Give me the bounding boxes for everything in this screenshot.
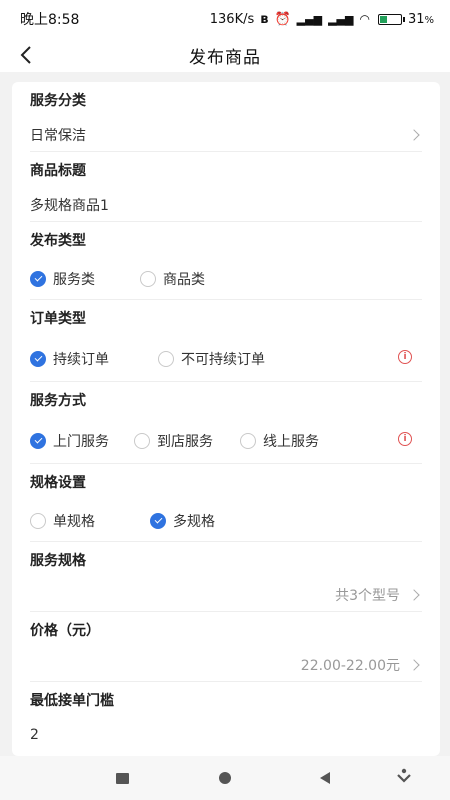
publish-type-option-goods[interactable]: 商品类 [140, 269, 205, 289]
status-bar: 晚上8:58 136K/s ʙ ⏰ ▂▄▆ ▂▄▆ ◠ 31% [0, 0, 450, 38]
battery-level: 31% [407, 11, 434, 27]
price-select[interactable]: 22.00-22.00元 [30, 648, 422, 682]
info-icon[interactable]: i [398, 350, 412, 364]
system-back-button[interactable] [320, 772, 330, 784]
chevron-right-icon [408, 128, 420, 141]
order-type-option-continuous[interactable]: 持续订单 [30, 349, 158, 369]
circle-icon [158, 350, 174, 367]
order-type-option-noncontinuous[interactable]: 不可持续订单 [158, 349, 265, 369]
order-type-options: 持续订单 不可持续订单 i [30, 336, 422, 382]
check-circle-icon [30, 350, 46, 367]
check-circle-icon [30, 432, 46, 449]
circle-icon [240, 432, 256, 449]
chevron-left-icon [20, 46, 31, 64]
network-speed: 136K/s [209, 11, 255, 27]
min-order-value: 2 [30, 727, 39, 743]
system-nav-bar [0, 756, 450, 800]
service-mode-option-online[interactable]: 线上服务 [240, 431, 319, 451]
service-mode-label: 服务方式 [30, 393, 86, 409]
service-category-label: 服务分类 [30, 93, 86, 109]
service-spec-label: 服务规格 [30, 553, 86, 569]
signal-icon: ▂▄▆ [296, 12, 323, 26]
price-value: 22.00-22.00元 [300, 657, 400, 674]
info-icon[interactable]: i [398, 432, 412, 446]
check-circle-icon [150, 512, 166, 529]
bluetooth-icon: ʙ [260, 11, 269, 27]
status-indicators: 136K/s ʙ ⏰ ▂▄▆ ▂▄▆ ◠ 31% [210, 12, 434, 27]
service-category-select[interactable]: 日常保洁 [30, 118, 422, 152]
product-title-input[interactable]: 多规格商品1 [30, 188, 422, 222]
accessibility-icon[interactable] [396, 768, 412, 786]
check-circle-icon [30, 270, 46, 287]
publish-type-option-service[interactable]: 服务类 [30, 269, 140, 289]
circle-icon [140, 270, 156, 287]
page-title: 发布商品 [189, 47, 261, 68]
publish-type-options: 服务类 商品类 [30, 258, 422, 300]
service-mode-option-onsite[interactable]: 上门服务 [30, 431, 134, 451]
wifi-icon: ◠ [359, 12, 370, 26]
spec-setting-option-multi[interactable]: 多规格 [150, 511, 215, 531]
home-button[interactable] [219, 772, 231, 784]
service-mode-option-instore[interactable]: 到店服务 [134, 431, 240, 451]
min-order-label: 最低接单门槛 [30, 693, 114, 709]
price-label: 价格（元） [30, 623, 100, 639]
service-mode-options: 上门服务 到店服务 线上服务 i [30, 418, 422, 464]
publish-type-label: 发布类型 [30, 233, 86, 249]
spec-setting-label: 规格设置 [30, 475, 86, 491]
chevron-right-icon [408, 658, 420, 671]
circle-icon [134, 432, 150, 449]
chevron-right-icon [408, 588, 420, 601]
service-spec-select[interactable]: 共3个型号 [30, 578, 422, 612]
spec-setting-options: 单规格 多规格 [30, 500, 422, 542]
back-button[interactable] [14, 42, 38, 68]
battery-icon [377, 13, 405, 25]
signal-icon-2: ▂▄▆ [328, 12, 354, 26]
product-title-label: 商品标题 [30, 163, 86, 179]
nav-bar: 发布商品 [0, 38, 450, 72]
order-type-label: 订单类型 [30, 311, 86, 327]
service-spec-value: 共3个型号 [335, 587, 400, 604]
form-card: 服务分类 日常保洁 商品标题 多规格商品1 发布类型 服务类 商品类 订单类型 … [12, 82, 440, 756]
service-category-value: 日常保洁 [30, 127, 86, 144]
product-title-value: 多规格商品1 [30, 197, 109, 214]
alarm-icon: ⏰ [274, 11, 291, 27]
spec-setting-option-single[interactable]: 单规格 [30, 511, 150, 531]
min-order-input[interactable]: 2 [30, 718, 422, 752]
recent-apps-button[interactable] [116, 773, 129, 784]
status-time: 晚上8:58 [20, 12, 80, 28]
circle-icon [30, 512, 46, 529]
